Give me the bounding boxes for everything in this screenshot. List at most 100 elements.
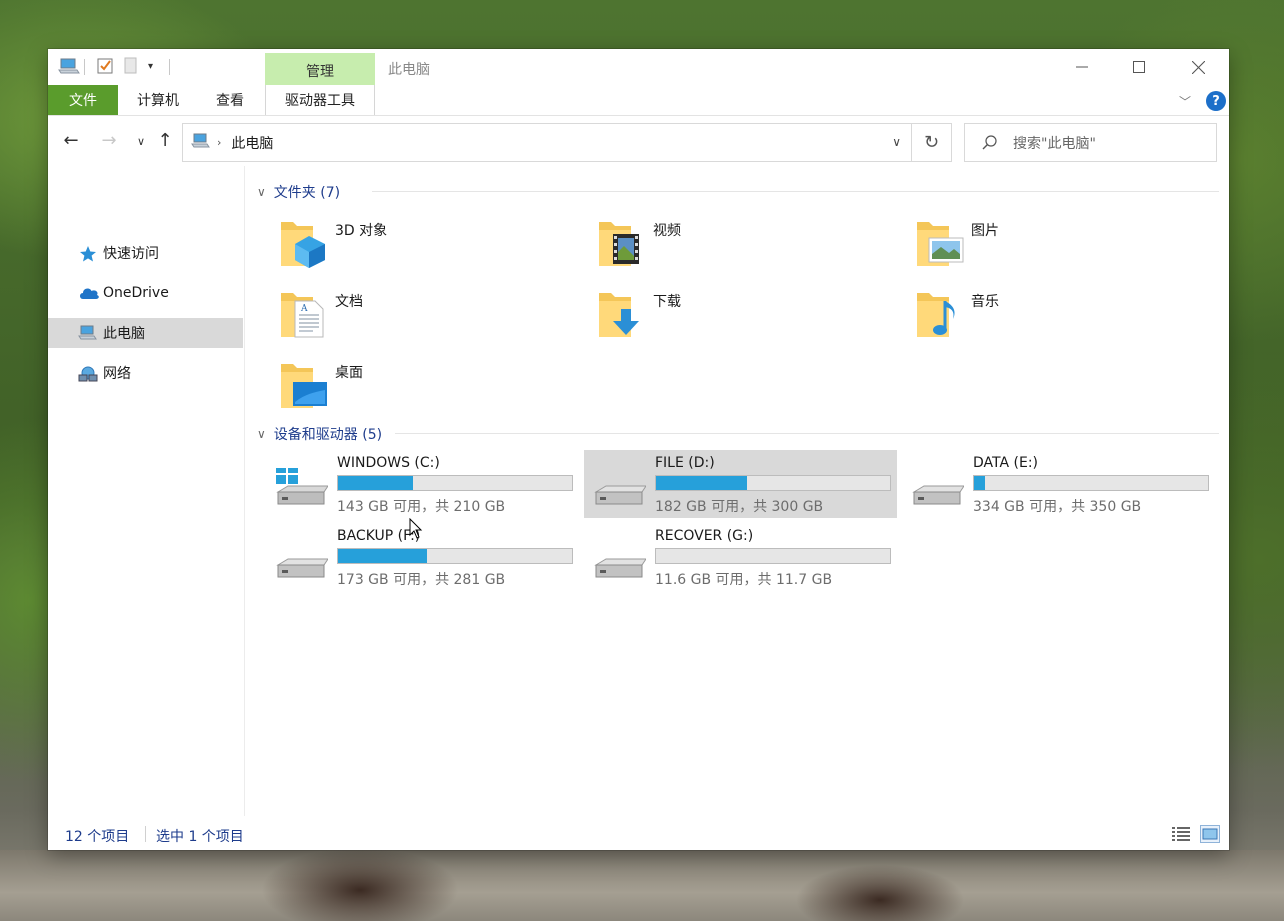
- folder-name: 桌面: [335, 365, 363, 381]
- divider: [84, 59, 85, 75]
- group-header-folders[interactable]: ∨ 文件夹 (7): [257, 182, 1219, 202]
- drive-usage-bar: [655, 475, 891, 491]
- selected-count: 选中 1 个项目: [156, 829, 244, 845]
- mouse-pointer-icon: [409, 517, 423, 540]
- hard-drive-icon: [592, 468, 647, 508]
- title-bar: ▾ 管理 此电脑: [48, 49, 1229, 87]
- folder-desktop[interactable]: 桌面: [279, 358, 579, 418]
- drive-e[interactable]: DATA (E:) 334 GB 可用，共 350 GB: [902, 450, 1215, 518]
- drive-usage-fill: [338, 476, 413, 490]
- address-bar[interactable]: › 此电脑 ∨: [182, 123, 912, 162]
- drive-name: WINDOWS (C:): [337, 455, 440, 471]
- breadcrumb-separator-icon[interactable]: ›: [217, 136, 221, 149]
- sidebar-item-network[interactable]: 网络: [48, 358, 243, 388]
- drive-c[interactable]: WINDOWS (C:) 143 GB 可用，共 210 GB: [266, 450, 579, 518]
- computer-icon: [191, 133, 211, 153]
- drive-name: DATA (E:): [973, 455, 1039, 471]
- videos-folder-icon: [597, 216, 647, 272]
- address-history-chevron-icon[interactable]: ∨: [892, 135, 901, 149]
- forward-arrow-icon[interactable]: →: [98, 130, 120, 151]
- folder-name: 文档: [335, 294, 363, 310]
- computer-icon: [78, 325, 98, 343]
- status-bar: 12 个项目 选中 1 个项目: [48, 816, 1229, 850]
- navigation-pane: 快速访问 OneDrive 此电脑 网络: [48, 166, 245, 816]
- sidebar-item-label: 网络: [103, 366, 131, 382]
- desktop-folder-icon: [279, 358, 329, 414]
- sidebar-item-this-pc[interactable]: 此电脑: [48, 318, 243, 348]
- maximize-button[interactable]: [1116, 49, 1162, 85]
- refresh-icon: ↻: [923, 132, 940, 153]
- folder-name: 视频: [653, 223, 681, 239]
- close-button[interactable]: [1175, 49, 1221, 85]
- tab-computer[interactable]: 计算机: [128, 85, 188, 115]
- drive-free-space: 334 GB 可用，共 350 GB: [973, 499, 1142, 515]
- group-title: 设备和驱动器 (5): [273, 427, 383, 443]
- search-input[interactable]: 搜索"此电脑": [964, 123, 1217, 162]
- drive-usage-bar: [973, 475, 1209, 491]
- recent-locations-chevron-icon[interactable]: ∨: [130, 135, 152, 148]
- sidebar-item-label: OneDrive: [103, 285, 169, 301]
- tab-view[interactable]: 查看: [206, 85, 254, 115]
- navigation-bar: ← → ∨ ↑ › 此电脑 ∨ ↻ 搜索"此电脑": [48, 116, 1229, 166]
- sidebar-item-label: 此电脑: [103, 326, 145, 342]
- divider: [169, 59, 170, 75]
- up-arrow-icon[interactable]: ↑: [154, 130, 176, 151]
- refresh-button[interactable]: ↻: [912, 123, 952, 162]
- divider: [145, 826, 146, 842]
- close-icon: [1191, 60, 1205, 74]
- help-icon[interactable]: ?: [1206, 91, 1226, 111]
- drive-usage-bar: [337, 475, 573, 491]
- hard-drive-icon: [910, 468, 965, 508]
- breadcrumb[interactable]: 此电脑: [231, 133, 273, 153]
- new-folder-icon[interactable]: [124, 57, 138, 75]
- search-placeholder: 搜索"此电脑": [1013, 135, 1096, 152]
- folder-name: 3D 对象: [335, 223, 388, 239]
- group-header-drives[interactable]: ∨ 设备和驱动器 (5): [257, 424, 1219, 444]
- folder-pictures[interactable]: 图片: [915, 216, 1215, 276]
- drive-name: FILE (D:): [655, 455, 715, 471]
- folder-documents[interactable]: A 文档: [279, 287, 579, 347]
- sidebar-item-label: 快速访问: [103, 246, 159, 262]
- drive-usage-fill: [338, 549, 427, 563]
- network-icon: [78, 365, 98, 383]
- folder-music[interactable]: 音乐: [915, 287, 1215, 347]
- cloud-icon: [78, 285, 99, 303]
- folder-name: 下载: [653, 294, 681, 310]
- documents-folder-icon: A: [279, 287, 329, 343]
- desktop-background: [0, 850, 1284, 921]
- collapse-chevron-icon[interactable]: ∨: [257, 185, 266, 199]
- computer-icon[interactable]: [58, 57, 80, 75]
- drive-usage-fill: [974, 476, 985, 490]
- drive-name: RECOVER (G:): [655, 528, 754, 544]
- drive-usage-bar: [655, 548, 891, 564]
- search-icon: [981, 134, 999, 152]
- tab-file[interactable]: 文件: [48, 85, 118, 115]
- window-title: 此电脑: [388, 62, 430, 78]
- collapse-chevron-icon[interactable]: ∨: [257, 427, 266, 441]
- pictures-folder-icon: [915, 216, 965, 272]
- downloads-folder-icon: [597, 287, 647, 343]
- folder-name: 图片: [971, 223, 999, 239]
- folder-downloads[interactable]: 下载: [597, 287, 897, 347]
- customize-toolbar-chevron-icon[interactable]: ▾: [148, 61, 153, 72]
- drive-usage-bar: [337, 548, 573, 564]
- divider: [372, 191, 1219, 192]
- drive-g[interactable]: RECOVER (G:) 11.6 GB 可用，共 11.7 GB: [584, 523, 897, 591]
- properties-icon[interactable]: [96, 57, 114, 75]
- tab-manage-contextual[interactable]: 管理: [265, 53, 375, 87]
- hard-drive-icon: [592, 541, 647, 581]
- details-view-icon[interactable]: [1172, 826, 1190, 842]
- sidebar-item-quick-access[interactable]: 快速访问: [48, 238, 243, 268]
- large-icons-view-icon[interactable]: [1200, 825, 1220, 843]
- sidebar-item-onedrive[interactable]: OneDrive: [48, 278, 243, 308]
- folder-videos[interactable]: 视频: [597, 216, 897, 276]
- folder-3d-objects[interactable]: 3D 对象: [279, 216, 579, 276]
- drive-d[interactable]: FILE (D:) 182 GB 可用，共 300 GB: [584, 450, 897, 518]
- tab-drive-tools[interactable]: 驱动器工具: [265, 85, 375, 115]
- minimize-button[interactable]: [1059, 49, 1105, 85]
- drive-free-space: 173 GB 可用，共 281 GB: [337, 572, 506, 588]
- music-folder-icon: [915, 287, 965, 343]
- hard-drive-icon: [274, 541, 329, 581]
- back-arrow-icon[interactable]: ←: [60, 130, 82, 151]
- expand-ribbon-chevron-icon[interactable]: ﹀: [1179, 93, 1191, 110]
